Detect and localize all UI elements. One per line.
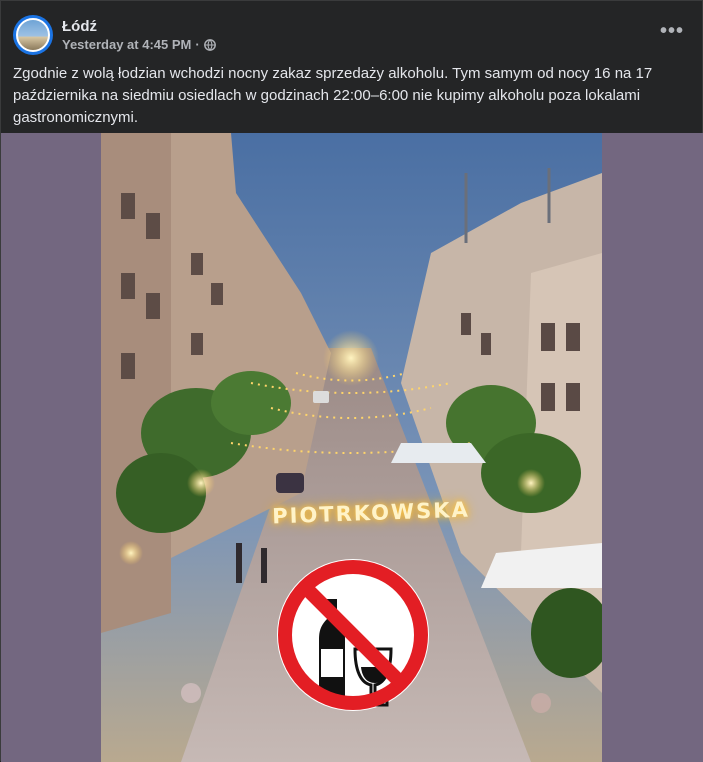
post-subline: Yesterday at 4:45 PM ·	[62, 36, 216, 53]
page-name-link[interactable]: Łódź	[62, 17, 216, 36]
facebook-post: Łódź Yesterday at 4:45 PM · ••• Zgodnie …	[0, 0, 703, 762]
post-header: Łódź Yesterday at 4:45 PM ·	[13, 13, 216, 57]
post-media[interactable]: PIOTRKOWSKA	[1, 133, 703, 762]
separator-dot: ·	[195, 37, 200, 52]
timestamp-link[interactable]: Yesterday at 4:45 PM	[62, 36, 191, 53]
no-alcohol-icon	[277, 559, 429, 711]
avatar-image	[16, 18, 50, 52]
post-meta: Łódź Yesterday at 4:45 PM ·	[62, 17, 216, 53]
page-avatar[interactable]	[13, 15, 53, 55]
globe-icon[interactable]	[203, 38, 216, 51]
more-options-icon[interactable]: •••	[660, 21, 684, 41]
street-photo[interactable]: PIOTRKOWSKA	[101, 133, 602, 762]
post-text: Zgodnie z wolą łodzian wchodzi nocny zak…	[13, 65, 653, 126]
